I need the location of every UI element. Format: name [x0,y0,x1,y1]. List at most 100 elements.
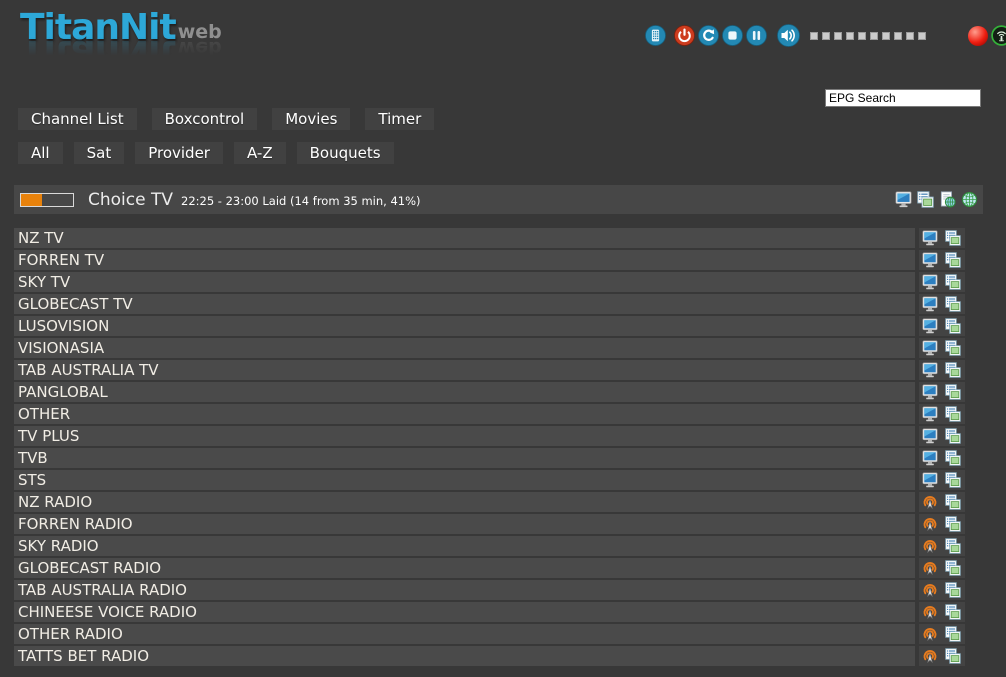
web-page-icon[interactable] [939,191,956,208]
volume-segment[interactable] [846,32,854,40]
epg-list-icon[interactable] [945,560,962,577]
volume-segment[interactable] [822,32,830,40]
monitor-icon[interactable] [922,384,939,401]
monitor-icon[interactable] [922,340,939,357]
channel-name[interactable]: NZ RADIO [14,492,915,512]
power-icon[interactable] [674,25,695,46]
channel-name[interactable]: TATTS BET RADIO [14,646,915,666]
reload-icon[interactable] [698,25,719,46]
remote-control-icon[interactable] [645,25,666,46]
epg-list-icon[interactable] [945,296,962,313]
filter-button-sat[interactable]: Sat [74,142,125,164]
transmit-icon[interactable] [922,538,939,555]
epg-list-icon[interactable] [945,626,962,643]
channel-name[interactable]: TVB [14,448,915,468]
channel-name[interactable]: LUSOVISION [14,316,915,336]
transmit-icon[interactable] [922,582,939,599]
monitor-icon[interactable] [922,252,939,269]
filter-button-all[interactable]: All [18,142,63,164]
channel-row-actions [919,316,965,336]
filter-button-provider[interactable]: Provider [135,142,223,164]
channel-row: SKY TV [14,272,965,292]
channel-name[interactable]: TAB AUSTRALIA RADIO [14,580,915,600]
channel-name[interactable]: STS [14,470,915,490]
channel-name[interactable]: FORREN RADIO [14,514,915,534]
epg-list-icon[interactable] [945,516,962,533]
channel-row: PANGLOBAL [14,382,965,402]
now-playing-actions [890,191,978,208]
epg-list-icon[interactable] [945,428,962,445]
monitor-icon[interactable] [922,428,939,445]
monitor-icon[interactable] [922,406,939,423]
channel-name[interactable]: VISIONASIA [14,338,915,358]
epg-list-icon[interactable] [945,450,962,467]
monitor-icon[interactable] [922,362,939,379]
monitor-icon[interactable] [922,296,939,313]
transmit-icon[interactable] [922,516,939,533]
volume-segment[interactable] [870,32,878,40]
epg-list-icon[interactable] [945,582,962,599]
volume-segment[interactable] [834,32,842,40]
monitor-icon[interactable] [922,230,939,247]
volume-segment[interactable] [882,32,890,40]
nav-button-timer[interactable]: Timer [365,108,434,130]
channel-name[interactable]: GLOBECAST TV [14,294,915,314]
epg-list-icon[interactable] [945,340,962,357]
epg-list-icon[interactable] [945,648,962,665]
epg-list-icon[interactable] [945,472,962,489]
epg-list-icon[interactable] [945,230,962,247]
epg-list-icon[interactable] [945,538,962,555]
epg-list-icon[interactable] [945,494,962,511]
record-indicator [968,26,988,46]
volume-icon[interactable] [777,24,800,47]
channel-name[interactable]: TV PLUS [14,426,915,446]
channel-row: TVB [14,448,965,468]
epg-list-icon[interactable] [917,191,934,208]
epg-list-icon[interactable] [945,252,962,269]
channel-name[interactable]: NZ TV [14,228,915,248]
volume-segment[interactable] [858,32,866,40]
tv-screen-icon[interactable] [895,191,912,208]
volume-segment[interactable] [906,32,914,40]
epg-list-icon[interactable] [945,406,962,423]
filter-button-bouquets[interactable]: Bouquets [297,142,394,164]
epg-list-icon[interactable] [945,604,962,621]
volume-level-bar[interactable] [806,32,926,40]
transmit-icon[interactable] [922,648,939,665]
channel-row-actions [919,228,965,248]
globe-icon[interactable] [961,191,978,208]
epg-list-icon[interactable] [945,274,962,291]
channel-name[interactable]: TAB AUSTRALIA TV [14,360,915,380]
channel-name[interactable]: PANGLOBAL [14,382,915,402]
channel-name[interactable]: SKY TV [14,272,915,292]
channel-name[interactable]: SKY RADIO [14,536,915,556]
channel-name[interactable]: OTHER RADIO [14,624,915,644]
nav-button-channel-list[interactable]: Channel List [18,108,137,130]
pause-icon[interactable] [746,25,767,46]
transmit-icon[interactable] [922,494,939,511]
volume-segment[interactable] [918,32,926,40]
epg-search-input[interactable] [825,89,981,107]
nav-button-boxcontrol[interactable]: Boxcontrol [152,108,258,130]
channel-name[interactable]: OTHER [14,404,915,424]
channel-row: FORREN TV [14,250,965,270]
stop-icon[interactable] [722,25,743,46]
transmit-icon[interactable] [922,626,939,643]
channel-name[interactable]: GLOBECAST RADIO [14,558,915,578]
channel-row: OTHER RADIO [14,624,965,644]
monitor-icon[interactable] [922,450,939,467]
nav-button-movies[interactable]: Movies [272,108,350,130]
epg-list-icon[interactable] [945,362,962,379]
epg-list-icon[interactable] [945,384,962,401]
channel-name[interactable]: FORREN TV [14,250,915,270]
monitor-icon[interactable] [922,472,939,489]
channel-name[interactable]: CHINEESE VOICE RADIO [14,602,915,622]
transmit-icon[interactable] [922,560,939,577]
volume-segment[interactable] [894,32,902,40]
transmit-icon[interactable] [922,604,939,621]
filter-button-a-z[interactable]: A-Z [234,142,286,164]
epg-list-icon[interactable] [945,318,962,335]
monitor-icon[interactable] [922,274,939,291]
volume-segment[interactable] [810,32,818,40]
monitor-icon[interactable] [922,318,939,335]
